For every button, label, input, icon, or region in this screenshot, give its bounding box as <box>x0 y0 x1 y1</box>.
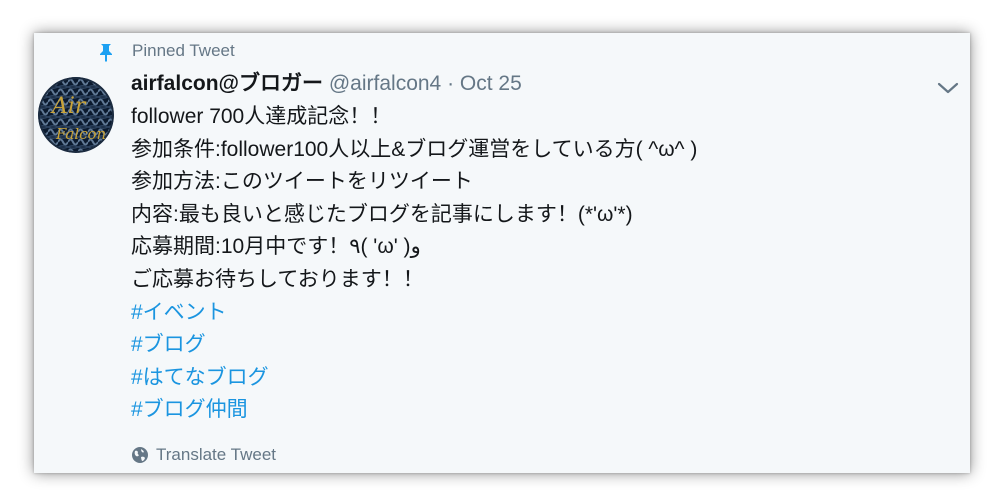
tweet-card[interactable]: Pinned Tweet Air Falcon airfalcon@ブロガー @… <box>34 33 970 473</box>
separator-dot: · <box>447 72 455 95</box>
globe-icon <box>132 447 148 463</box>
pin-icon <box>100 44 112 62</box>
tweet-line: 内容:最も良いと感じたブログを記事にします！(*'ω'*) <box>131 202 633 226</box>
svg-text:Air: Air <box>50 94 87 119</box>
chevron-down-icon[interactable] <box>936 80 960 96</box>
hashtag-link[interactable]: #ブログ <box>131 329 206 362</box>
hashtag-link[interactable]: #イベント <box>131 297 227 330</box>
svg-text:Falcon: Falcon <box>55 125 106 143</box>
hashtag-link[interactable]: #はてなブログ <box>131 362 269 395</box>
hashtag-link[interactable]: #ブログ仲間 <box>131 394 248 427</box>
avatar[interactable]: Air Falcon <box>38 77 114 153</box>
translate-label: Translate Tweet <box>156 445 277 464</box>
tweet-text: follower 700人達成記念！！ 参加条件:follower100人以上&… <box>131 101 931 427</box>
avatar-image: Air Falcon <box>38 77 114 153</box>
display-name[interactable]: airfalcon@ブロガー <box>131 72 323 95</box>
translate-tweet-button[interactable]: Translate Tweet <box>131 443 276 467</box>
tweet-line: 参加方法:このツイートをリツイート <box>131 170 473 194</box>
pinned-label: Pinned Tweet <box>132 41 235 60</box>
tweet-line: 応募期間:10月中です！٩( 'ω' )و <box>131 235 421 259</box>
screenshot-frame: Pinned Tweet Air Falcon airfalcon@ブロガー @… <box>0 0 1002 504</box>
tweet-line: ご応募お待ちしております！！ <box>131 267 424 291</box>
tweet-line: follower 700人達成記念！！ <box>131 105 392 128</box>
tweet-date[interactable]: Oct 25 <box>460 72 522 95</box>
user-handle[interactable]: @airfalcon4 <box>329 72 441 95</box>
tweet-line: 参加条件:follower100人以上&ブログ運営をしている方( ^ω^ ) <box>131 137 698 161</box>
tweet-header: airfalcon@ブロガー @airfalcon4 · Oct 25 <box>131 71 522 97</box>
